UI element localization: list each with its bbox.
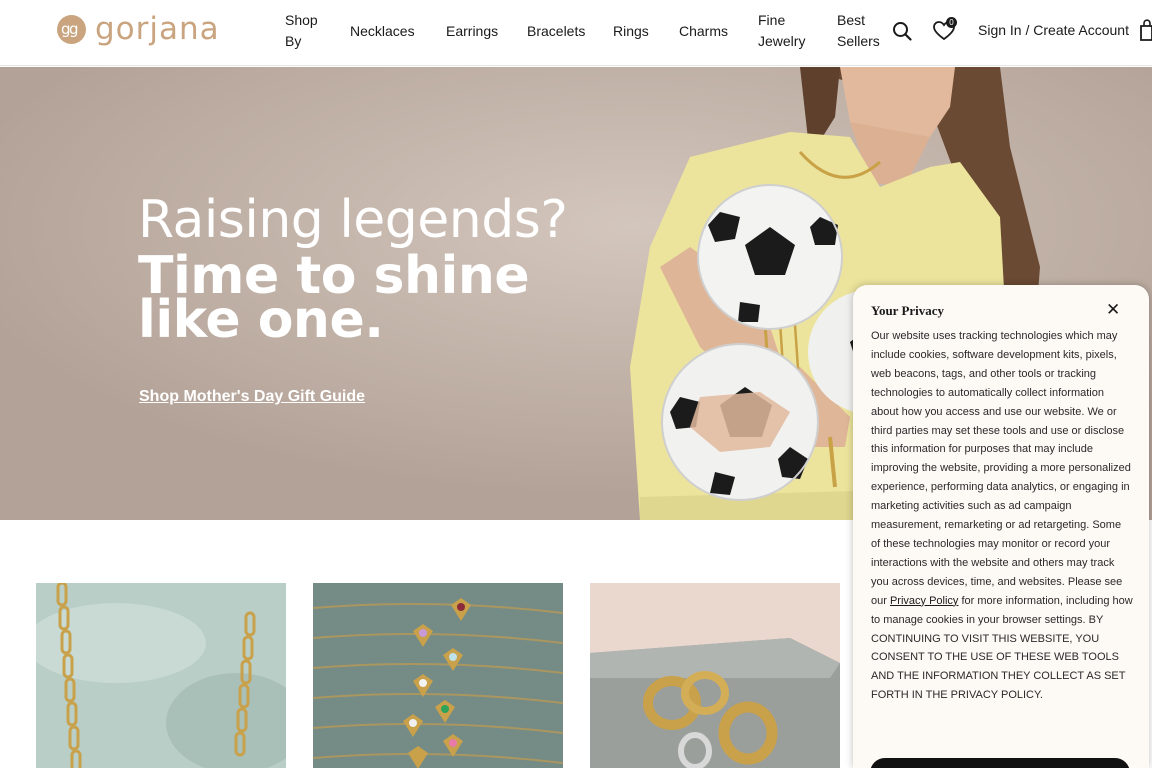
logo-text: gorjana bbox=[95, 11, 220, 47]
product-tile-hoops[interactable] bbox=[590, 583, 840, 768]
gorjana-logo[interactable]: gg gorjana bbox=[57, 14, 220, 45]
search-icon[interactable] bbox=[892, 21, 912, 46]
product-image-hoop-earrings bbox=[590, 583, 840, 768]
privacy-title: Your Privacy bbox=[871, 303, 945, 318]
shopping-bag-icon[interactable] bbox=[1139, 19, 1152, 46]
wishlist-count-badge: 0 bbox=[946, 17, 957, 28]
nav-best-sellers[interactable]: Best Sellers bbox=[837, 10, 880, 52]
privacy-consent-dialog: Your Privacy ✕ Our website uses tracking… bbox=[853, 285, 1149, 768]
site-header: gg gorjana Shop By Necklaces Earrings Br… bbox=[0, 0, 1152, 66]
sign-in-create-account-link[interactable]: Sign In / Create Account bbox=[978, 22, 1129, 38]
soccer-ball-icon bbox=[697, 184, 843, 330]
product-tile-bracelets[interactable] bbox=[313, 583, 563, 768]
privacy-accept-button[interactable] bbox=[870, 758, 1130, 768]
nav-fine-jewelry[interactable]: Fine Jewelry bbox=[758, 10, 805, 52]
hero-subheadline: Time to shine like one. bbox=[138, 246, 530, 350]
nav-charms[interactable]: Charms bbox=[679, 21, 728, 42]
nav-bracelets[interactable]: Bracelets bbox=[527, 21, 585, 42]
hero-headline: Raising legends? bbox=[138, 190, 568, 250]
nav-rings[interactable]: Rings bbox=[613, 21, 649, 42]
privacy-body-text: Our website uses tracking technologies w… bbox=[871, 330, 1133, 702]
privacy-policy-link[interactable]: Privacy Policy bbox=[890, 595, 958, 607]
nav-shop-by[interactable]: Shop By bbox=[285, 10, 318, 52]
nav-necklaces[interactable]: Necklaces bbox=[350, 21, 415, 42]
product-image-paperclip-necklace bbox=[36, 583, 286, 768]
shop-mothers-day-gift-guide-link[interactable]: Shop Mother's Day Gift Guide bbox=[139, 388, 365, 406]
nav-earrings[interactable]: Earrings bbox=[446, 21, 498, 42]
wishlist-heart-icon[interactable]: 0 bbox=[933, 17, 957, 46]
close-icon[interactable]: ✕ bbox=[1106, 301, 1120, 318]
product-tile-necklace[interactable] bbox=[36, 583, 286, 768]
product-image-heart-bracelets bbox=[313, 583, 563, 768]
logo-mark-icon: gg bbox=[57, 15, 86, 44]
